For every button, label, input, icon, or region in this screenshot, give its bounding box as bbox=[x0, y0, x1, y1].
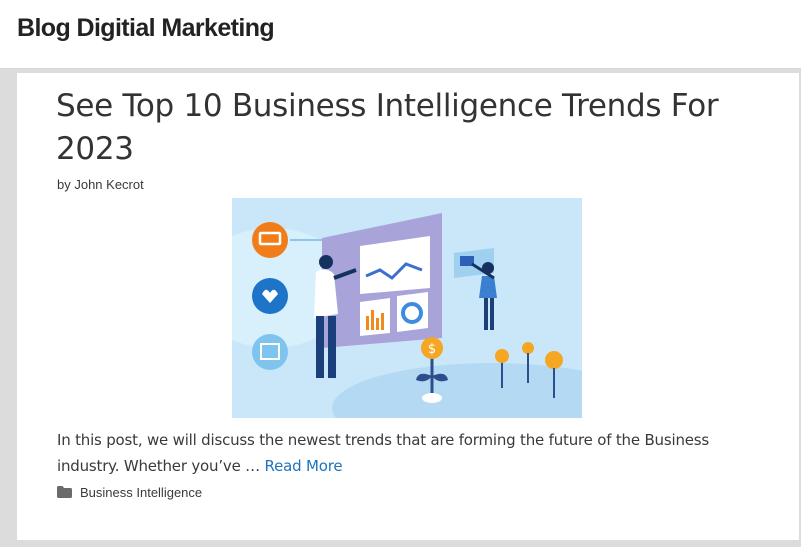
post-excerpt: In this post, we will discuss the newest… bbox=[57, 427, 757, 479]
shop-icon bbox=[252, 334, 288, 370]
post-byline: by John Kecrot bbox=[57, 177, 144, 192]
post-title[interactable]: See Top 10 Business Intelligence Trends … bbox=[56, 85, 756, 171]
folder-icon bbox=[57, 486, 72, 498]
article-card: See Top 10 Business Intelligence Trends … bbox=[17, 73, 799, 540]
category-link[interactable]: Business Intelligence bbox=[80, 485, 202, 500]
excerpt-text: In this post, we will discuss the newest… bbox=[57, 431, 710, 475]
svg-text:$: $ bbox=[428, 342, 436, 357]
heart-monitor-icon bbox=[252, 278, 288, 314]
site-title[interactable]: Blog Digitial Marketing bbox=[17, 14, 275, 43]
read-more-link[interactable]: Read More bbox=[265, 457, 343, 475]
featured-image[interactable]: $ bbox=[232, 198, 582, 418]
site-header: Blog Digitial Marketing bbox=[0, 0, 801, 69]
post-categories: Business Intelligence bbox=[57, 483, 202, 501]
cart-icon bbox=[252, 222, 288, 258]
